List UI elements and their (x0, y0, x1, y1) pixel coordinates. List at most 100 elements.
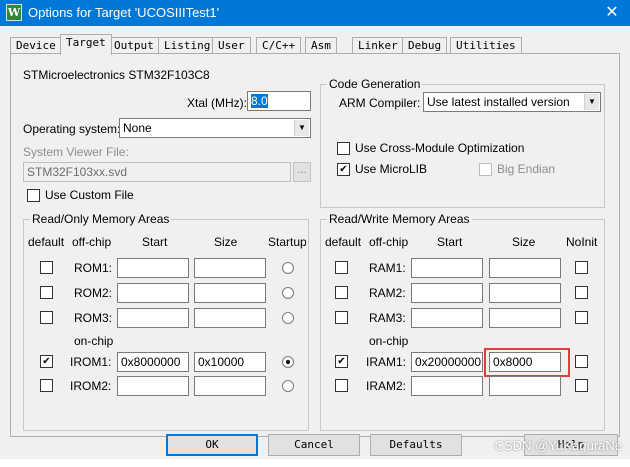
ok-button[interactable]: OK (166, 434, 258, 456)
ram-header-default: default (325, 235, 362, 249)
ram-onchip-label: on-chip (369, 334, 409, 348)
xtal-label: Xtal (MHz): (187, 96, 247, 110)
rom3-size-input[interactable] (194, 308, 266, 328)
ram-areas-title: Read/Write Memory Areas (327, 212, 472, 226)
code-generation-group: Code Generation ARM Compiler: Use latest… (320, 77, 605, 208)
rom-header-startup: Startup (268, 235, 307, 249)
iram2-default-checkbox[interactable] (335, 379, 348, 392)
rom2-default-checkbox[interactable] (40, 286, 53, 299)
iram2-size-input[interactable] (489, 376, 561, 396)
irom1-size-input[interactable]: 0x10000 (194, 352, 266, 372)
rom2-size-input[interactable] (194, 283, 266, 303)
irom2-default-checkbox[interactable] (40, 379, 53, 392)
rom2-startup-radio[interactable] (282, 287, 294, 299)
irom1-default-checkbox[interactable]: ✔ (40, 355, 53, 368)
rom3-default-checkbox[interactable] (40, 311, 53, 324)
browse-button: ... (293, 162, 311, 182)
rom-areas-group: Read/Only Memory Areas default off-chip … (23, 212, 309, 431)
irom2-startup-radio[interactable] (282, 380, 294, 392)
iram1-noinit-checkbox[interactable] (575, 355, 588, 368)
rom3-startup-radio[interactable] (282, 312, 294, 324)
tab-listing[interactable]: Listing (158, 37, 217, 54)
cancel-button[interactable]: Cancel (268, 434, 360, 456)
arm-compiler-select[interactable]: Use latest installed version ▼ (423, 92, 601, 112)
ram2-start-input[interactable] (411, 283, 483, 303)
tab-linker[interactable]: Linker (352, 37, 404, 54)
rom-header-offchip: off-chip (72, 235, 112, 249)
ram1-noinit-checkbox[interactable] (575, 261, 588, 274)
ram-header-noinit: NoInit (566, 235, 598, 249)
defaults-button[interactable]: Defaults (370, 434, 462, 456)
ram1-start-input[interactable] (411, 258, 483, 278)
ram3-default-checkbox[interactable] (335, 311, 348, 324)
iram2-label: IRAM2: (366, 379, 407, 393)
rom-header-start: Start (142, 235, 168, 249)
ram-header-offchip: off-chip (369, 235, 409, 249)
ram3-noinit-checkbox[interactable] (575, 311, 588, 324)
rom-areas-title: Read/Only Memory Areas (30, 212, 172, 226)
tab-utilities[interactable]: Utilities (450, 37, 522, 54)
big-endian-checkbox (479, 163, 492, 176)
irom1-startup-radio[interactable] (282, 356, 294, 368)
rom1-label: ROM1: (74, 261, 113, 275)
title-bar: W Options for Target 'UCOSIIITest1' ✕ (0, 0, 630, 26)
ram1-size-input[interactable] (489, 258, 561, 278)
iram1-default-checkbox[interactable]: ✔ (335, 355, 348, 368)
tab-debug[interactable]: Debug (402, 37, 448, 54)
irom1-start-input[interactable]: 0x8000000 (117, 352, 189, 372)
use-microlib-checkbox[interactable]: ✔ (337, 163, 350, 176)
ram2-noinit-checkbox[interactable] (575, 286, 588, 299)
big-endian-label: Big Endian (497, 162, 556, 176)
irom2-size-input[interactable] (194, 376, 266, 396)
ram-header-size: Size (512, 235, 536, 249)
rom1-default-checkbox[interactable] (40, 261, 53, 274)
close-button[interactable]: ✕ (594, 0, 630, 26)
rom-onchip-label: on-chip (74, 334, 114, 348)
tab-asm[interactable]: Asm (305, 37, 337, 54)
irom2-start-input[interactable] (117, 376, 189, 396)
background-strip (0, 459, 630, 467)
iram2-noinit-checkbox[interactable] (575, 379, 588, 392)
code-generation-title: Code Generation (327, 77, 423, 91)
rom1-startup-radio[interactable] (282, 262, 294, 274)
tab-user[interactable]: User (212, 37, 251, 54)
device-name: STMicroelectronics STM32F103C8 (23, 68, 210, 82)
use-microlib-label: Use MicroLIB (355, 162, 428, 176)
rom-header-default: default (28, 235, 65, 249)
ram1-label: RAM1: (369, 261, 406, 275)
ram2-label: RAM2: (369, 286, 406, 300)
iram2-start-input[interactable] (411, 376, 483, 396)
target-tab-pane: STMicroelectronics STM32F103C8 Xtal (MHz… (10, 53, 620, 437)
irom1-label: IROM1: (70, 355, 112, 369)
xtal-input[interactable]: 8.0 (247, 91, 311, 111)
ram-header-start: Start (437, 235, 463, 249)
arm-compiler-label: ARM Compiler: (339, 96, 421, 110)
tab-target[interactable]: Target (60, 34, 112, 55)
iram1-label: IRAM1: (366, 355, 407, 369)
tab-device[interactable]: Device (10, 37, 62, 54)
ram1-default-checkbox[interactable] (335, 261, 348, 274)
rom2-start-input[interactable] (117, 283, 189, 303)
rom3-start-input[interactable] (117, 308, 189, 328)
ram3-size-input[interactable] (489, 308, 561, 328)
rom3-label: ROM3: (74, 311, 113, 325)
ram3-start-input[interactable] (411, 308, 483, 328)
tab-output[interactable]: Output (108, 37, 160, 54)
tab-c-cpp[interactable]: C/C++ (256, 37, 302, 54)
cross-module-optimization-checkbox[interactable] (337, 142, 350, 155)
irom2-label: IROM2: (70, 379, 112, 393)
use-custom-file-label: Use Custom File (45, 188, 134, 202)
operating-system-label: Operating system: (23, 122, 121, 136)
use-custom-file-checkbox[interactable] (27, 189, 40, 202)
cross-module-optimization-label: Use Cross-Module Optimization (355, 141, 525, 155)
rom1-start-input[interactable] (117, 258, 189, 278)
watermark-text: CSDN @YuKaguraNe (494, 438, 622, 453)
system-viewer-file-input: STM32F103xx.svd (23, 162, 291, 182)
rom1-size-input[interactable] (194, 258, 266, 278)
keil-app-icon: W (6, 4, 22, 21)
operating-system-select[interactable]: None ▼ (119, 118, 311, 138)
ram2-default-checkbox[interactable] (335, 286, 348, 299)
iram1-start-input[interactable]: 0x20000000 (411, 352, 483, 372)
ram2-size-input[interactable] (489, 283, 561, 303)
system-viewer-label: System Viewer File: (23, 145, 129, 159)
